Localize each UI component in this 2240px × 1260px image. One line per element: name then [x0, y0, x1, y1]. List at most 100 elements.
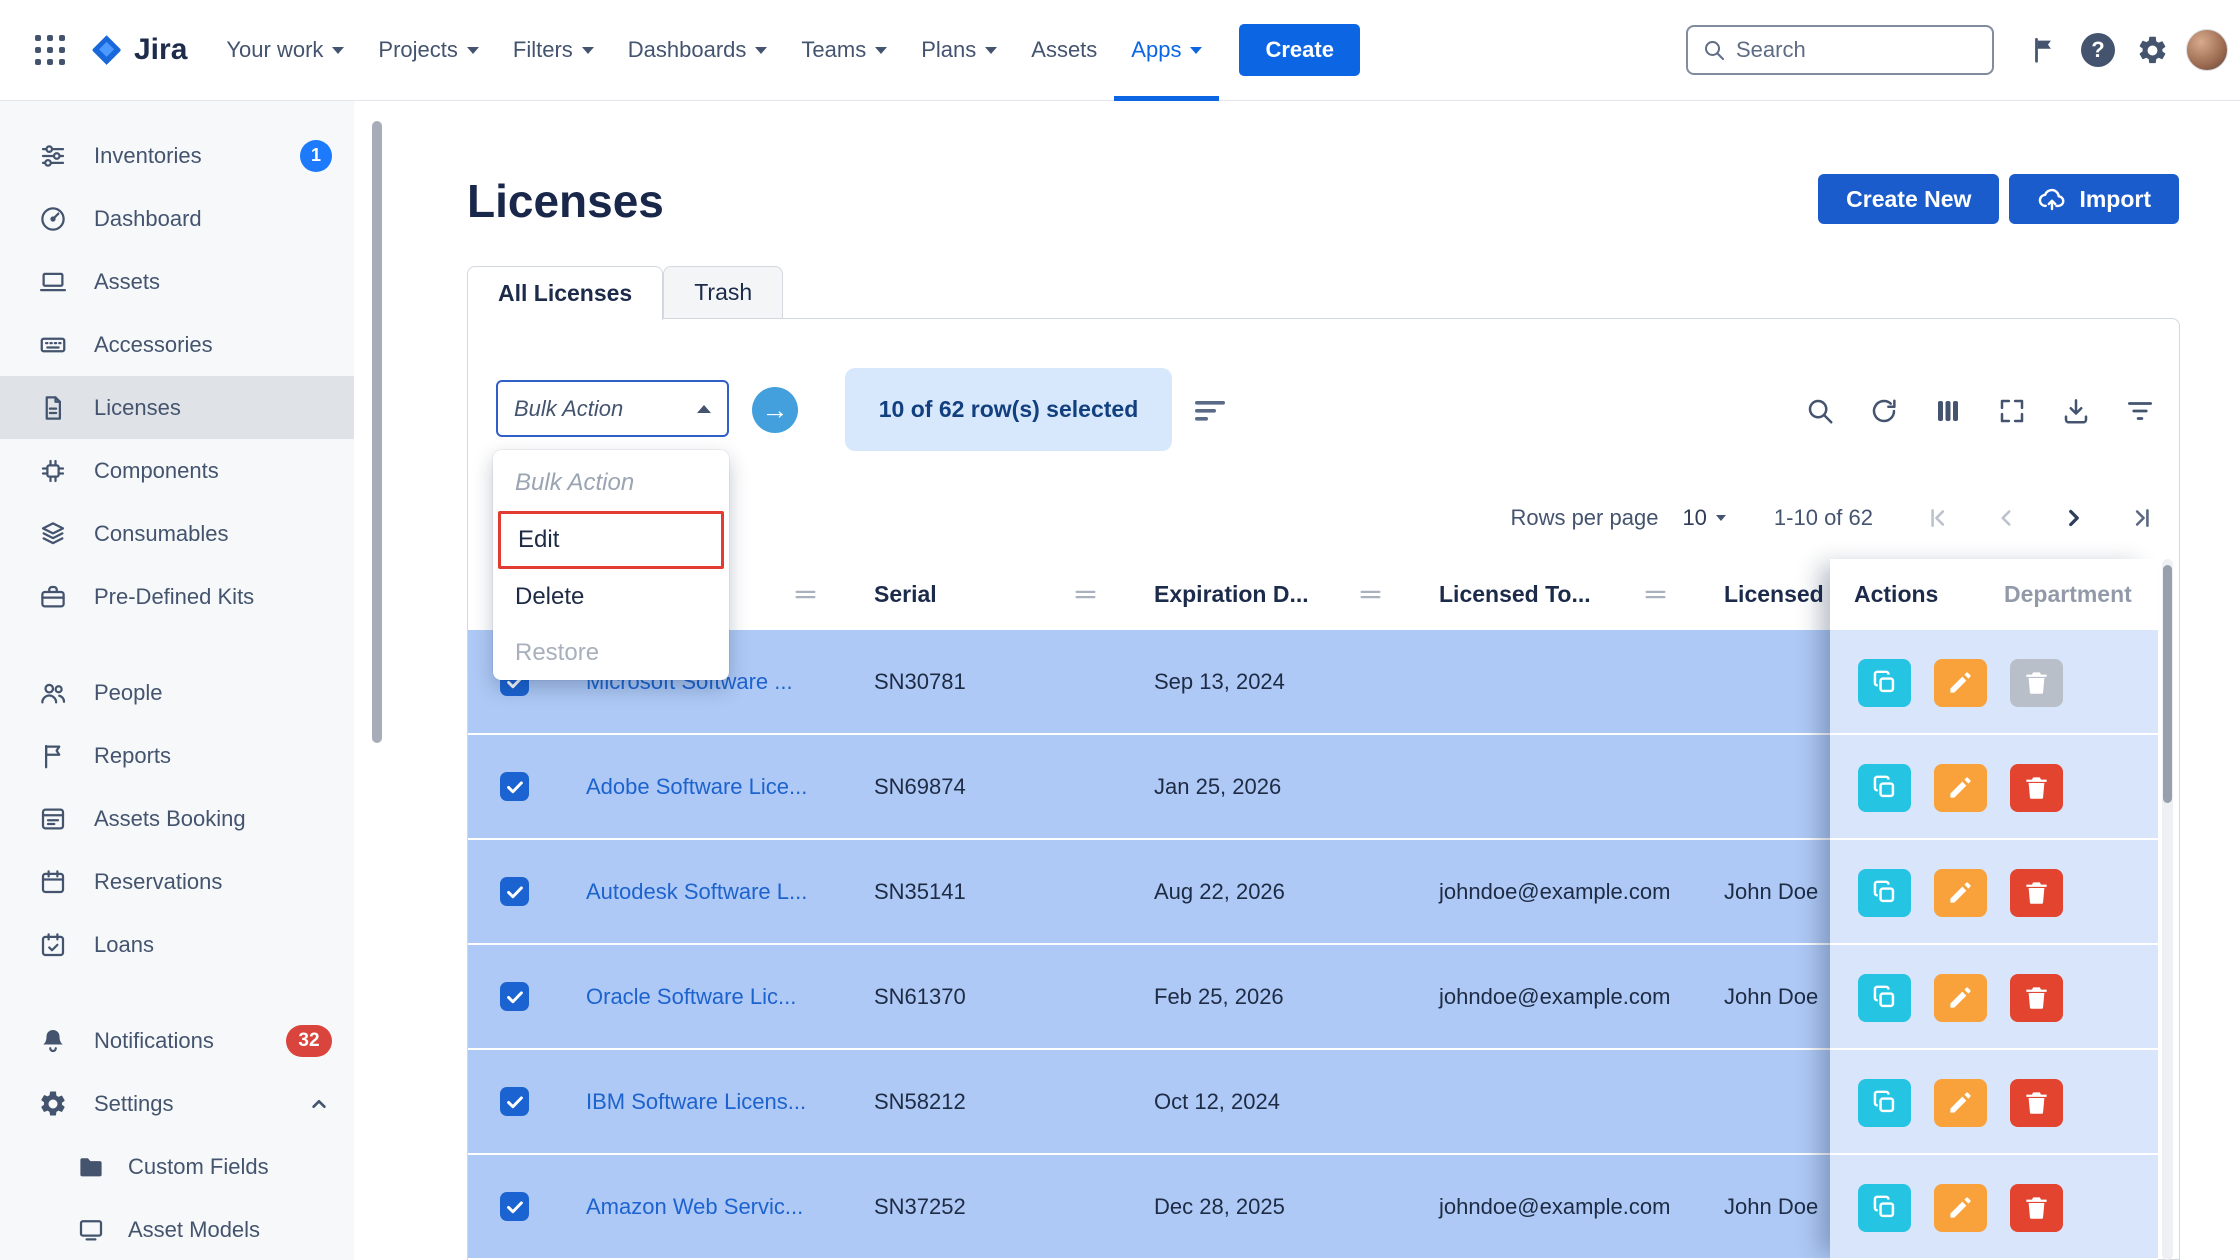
- create-button[interactable]: Create: [1239, 24, 1359, 76]
- sidebar-item-assets[interactable]: Assets: [0, 250, 354, 313]
- filter-icon[interactable]: [2125, 396, 2155, 426]
- edit-button[interactable]: [1934, 869, 1987, 917]
- sidebar-item-settings[interactable]: Settings: [0, 1072, 354, 1135]
- pencil-icon: [1947, 879, 1974, 906]
- copy-button[interactable]: [1858, 1184, 1911, 1232]
- sidebar-item-kits[interactable]: Pre-Defined Kits: [0, 565, 354, 628]
- row-checkbox[interactable]: [500, 877, 529, 906]
- copy-button[interactable]: [1858, 869, 1911, 917]
- nav-filters[interactable]: Filters: [496, 0, 611, 101]
- table-scrollbar[interactable]: [2162, 559, 2173, 1260]
- sidebar-item-custom-fields[interactable]: Custom Fields: [0, 1135, 354, 1198]
- tab-all-licenses[interactable]: All Licenses: [467, 266, 663, 320]
- pencil-icon: [1947, 774, 1974, 801]
- sidebar-item-people[interactable]: People: [0, 661, 354, 724]
- rows-per-page-select[interactable]: 10: [1682, 505, 1725, 531]
- flag-icon[interactable]: [2022, 28, 2066, 72]
- license-name-link[interactable]: Adobe Software Lice...: [586, 774, 807, 800]
- drag-handle-icon[interactable]: [793, 582, 818, 607]
- next-page-icon[interactable]: [2061, 505, 2087, 531]
- header-licensed-to[interactable]: Licensed To...: [1421, 559, 1706, 630]
- copy-button[interactable]: [1858, 974, 1911, 1022]
- refresh-icon[interactable]: [1869, 396, 1899, 426]
- table-toolbar-icons: [1805, 396, 2155, 426]
- sidebar-item-components[interactable]: Components: [0, 439, 354, 502]
- edit-button[interactable]: [1934, 1079, 1987, 1127]
- row-checkbox[interactable]: [500, 1087, 529, 1116]
- fullscreen-icon[interactable]: [1997, 396, 2027, 426]
- sidebar-item-assets-booking[interactable]: Assets Booking: [0, 787, 354, 850]
- row-checkbox[interactable]: [500, 982, 529, 1011]
- edit-button[interactable]: [1934, 974, 1987, 1022]
- sidebar-item-consumables[interactable]: Consumables: [0, 502, 354, 565]
- sidebar-item-reservations[interactable]: Reservations: [0, 850, 354, 913]
- jira-logo[interactable]: Jira: [88, 32, 187, 68]
- apply-bulk-action-button[interactable]: →: [752, 387, 798, 433]
- delete-button[interactable]: [2010, 974, 2063, 1022]
- delete-button[interactable]: [2010, 869, 2063, 917]
- user-avatar[interactable]: [2186, 29, 2228, 71]
- nav-assets[interactable]: Assets: [1014, 0, 1114, 101]
- drag-handle-icon[interactable]: [1358, 582, 1383, 607]
- delete-button[interactable]: [2010, 1184, 2063, 1232]
- edit-button[interactable]: [1934, 659, 1987, 707]
- expiration-cell: Jan 25, 2026: [1136, 735, 1421, 838]
- rows-per-page-label: Rows per page: [1510, 505, 1658, 531]
- sidebar-item-inventories[interactable]: Inventories 1: [0, 124, 354, 187]
- edit-button[interactable]: [1934, 1184, 1987, 1232]
- sidebar-item-accessories[interactable]: Accessories: [0, 313, 354, 376]
- columns-icon[interactable]: [1933, 396, 1963, 426]
- chevron-down-icon: [875, 47, 887, 54]
- nav-apps[interactable]: Apps: [1114, 0, 1219, 101]
- menu-item-delete[interactable]: Delete: [493, 569, 729, 625]
- sidebar-item-notifications[interactable]: Notifications 32: [0, 1009, 354, 1072]
- scrollbar-thumb[interactable]: [2163, 565, 2172, 803]
- search-box[interactable]: [1686, 25, 1994, 75]
- tab-trash[interactable]: Trash: [663, 266, 783, 318]
- search-icon[interactable]: [1805, 396, 1835, 426]
- nav-your-work[interactable]: Your work: [209, 0, 361, 101]
- sidebar-item-licenses[interactable]: Licenses: [0, 376, 354, 439]
- bulk-action-select[interactable]: Bulk Action: [496, 380, 729, 437]
- nav-dashboards[interactable]: Dashboards: [611, 0, 785, 101]
- drag-handle-icon[interactable]: [1643, 582, 1668, 607]
- sidebar-item-reports[interactable]: Reports: [0, 724, 354, 787]
- delete-button[interactable]: [2010, 764, 2063, 812]
- edit-button[interactable]: [1934, 764, 1987, 812]
- sidebar-item-dashboard[interactable]: Dashboard: [0, 187, 354, 250]
- license-name-link[interactable]: Autodesk Software L...: [586, 879, 807, 905]
- create-new-button[interactable]: Create New: [1818, 174, 1999, 224]
- last-page-icon[interactable]: [2129, 505, 2155, 531]
- drag-handle-icon[interactable]: [1073, 582, 1098, 607]
- row-checkbox[interactable]: [500, 1192, 529, 1221]
- sidebar-item-asset-models[interactable]: Asset Models: [0, 1198, 354, 1260]
- chevron-down-icon: [1716, 515, 1726, 521]
- app-switcher-icon[interactable]: [30, 30, 70, 70]
- header-serial[interactable]: Serial: [856, 559, 1136, 630]
- download-icon[interactable]: [2061, 396, 2091, 426]
- copy-button[interactable]: [1858, 659, 1911, 707]
- copy-button[interactable]: [1858, 764, 1911, 812]
- help-icon[interactable]: ?: [2076, 28, 2120, 72]
- header-expiration[interactable]: Expiration D...: [1136, 559, 1421, 630]
- people-icon: [38, 678, 68, 708]
- gear-icon[interactable]: [2130, 28, 2174, 72]
- row-checkbox[interactable]: [500, 772, 529, 801]
- nav-projects[interactable]: Projects: [361, 0, 495, 101]
- sort-lines-icon[interactable]: [1195, 399, 1231, 423]
- delete-button: [2010, 659, 2063, 707]
- license-name-link[interactable]: Amazon Web Servic...: [586, 1194, 803, 1220]
- copy-button[interactable]: [1858, 1079, 1911, 1127]
- import-button[interactable]: Import: [2009, 174, 2179, 224]
- search-input[interactable]: [1736, 37, 2024, 63]
- nav-teams[interactable]: Teams: [784, 0, 904, 101]
- scrollbar-thumb[interactable]: [372, 121, 382, 743]
- license-name-link[interactable]: Oracle Software Lic...: [586, 984, 796, 1010]
- sidebar-scrollbar[interactable]: [372, 101, 382, 1260]
- sidebar-item-loans[interactable]: Loans: [0, 913, 354, 976]
- license-name-link[interactable]: IBM Software Licens...: [586, 1089, 806, 1115]
- nav-plans[interactable]: Plans: [904, 0, 1014, 101]
- menu-item-edit[interactable]: Edit: [498, 511, 724, 569]
- serial-cell: SN61370: [856, 945, 1136, 1048]
- delete-button[interactable]: [2010, 1079, 2063, 1127]
